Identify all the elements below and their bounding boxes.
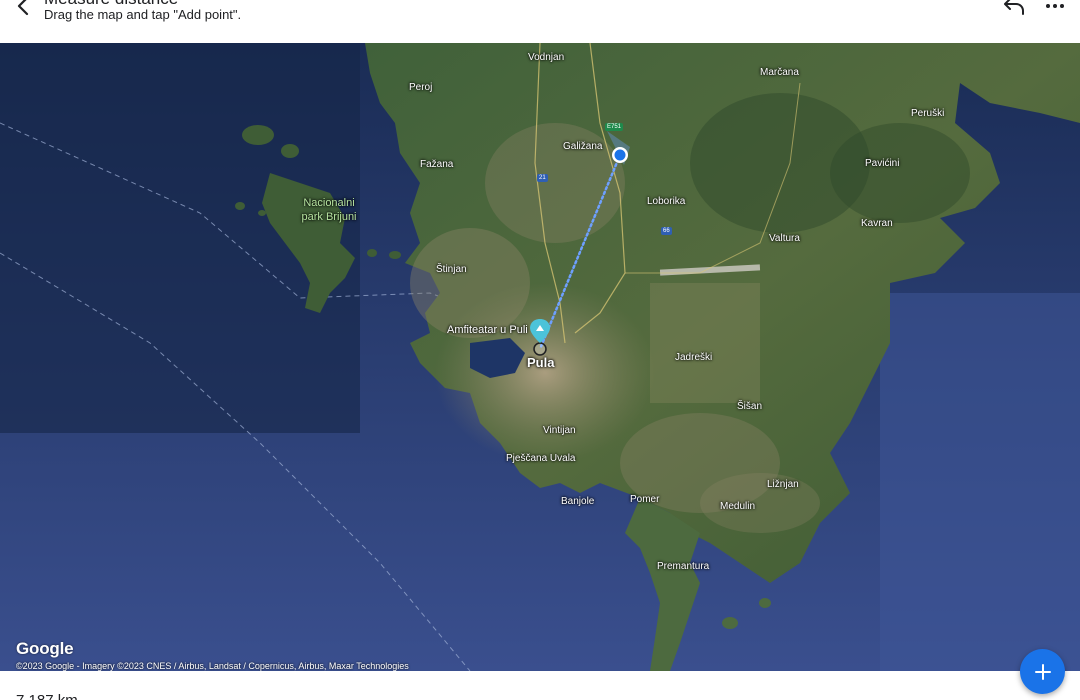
place-label: Fažana [420,159,454,170]
more-horizontal-icon [1046,4,1064,8]
google-logo: Google [16,639,74,658]
place-label: Kavran [861,218,893,229]
place-label: Ližnjan [767,479,799,490]
road-shield: 66 [661,227,672,235]
road-shield: 21 [537,174,548,182]
distance-value: 7.187 km [16,692,78,700]
measure-line [538,153,622,351]
place-label: Vintijan [543,425,576,436]
arrow-back-icon [17,0,29,16]
app-header: Measure distance Drag the map and tap "A… [0,0,1080,43]
place-label: Pomer [630,494,660,505]
plus-icon [1034,663,1051,680]
instruction-text: Drag the map and tap "Add point". [44,7,242,22]
satellite-map[interactable]: Vodnjan Marčana Peroj Peruški Galižana F… [0,43,1080,671]
park-label: Nacionalni park Brijuni [301,197,357,223]
add-point-button[interactable] [1020,649,1065,694]
place-label: Marčana [760,67,799,78]
place-label: Premantura [657,561,710,572]
measure-distance-screen: Measure distance Drag the map and tap "A… [0,0,1080,700]
place-label: Loborika [647,196,686,207]
city-label: Pula [527,355,555,370]
place-label: Peruški [911,108,945,119]
back-button[interactable] [10,0,38,20]
place-label: Peroj [409,82,433,93]
more-options-button[interactable] [1042,0,1068,18]
place-label: Pješčana Uvala [506,453,576,464]
place-label: Šišan [737,401,763,412]
place-label: Jadreški [675,352,713,363]
place-label: Banjole [561,496,595,507]
place-label: Medulin [720,501,756,512]
place-label: Valtura [769,233,800,244]
place-label: Štinjan [436,264,467,275]
place-label: Vodnjan [528,52,565,63]
bottom-panel: 7.187 km [0,671,1080,700]
landmark-label: Amfiteatar u Puli [447,324,528,336]
undo-button[interactable] [1000,0,1028,18]
road-shield: E751 [605,123,624,131]
landmark-pin-icon[interactable] [530,319,550,343]
place-label: Galižana [563,141,603,152]
undo-icon [1004,0,1024,15]
place-label: Pavićini [865,158,900,169]
map-attribution: ©2023 Google - Imagery ©2023 CNES / Airb… [16,661,409,671]
